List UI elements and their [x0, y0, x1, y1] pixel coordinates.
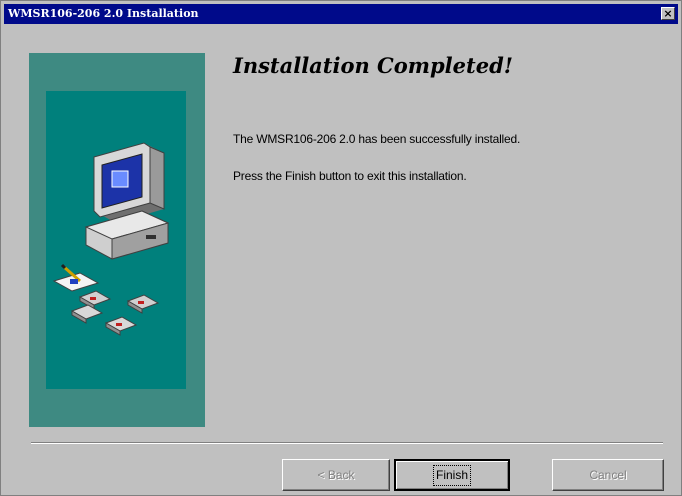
instruction-message: Press the Finish button to exit this ins… — [233, 169, 467, 183]
finish-button[interactable]: Finish — [394, 459, 510, 491]
cancel-button-label: Cancel — [589, 468, 627, 482]
finish-button-label: Finish — [432, 465, 472, 486]
success-message: The WMSR106-206 2.0 has been successfull… — [233, 132, 521, 146]
window-title: WMSR106-206 2.0 Installation — [8, 7, 199, 20]
computer-with-disks-icon — [52, 142, 170, 336]
back-button-label: < Back — [317, 468, 355, 482]
button-separator — [31, 442, 663, 444]
back-button[interactable]: < Back — [282, 459, 390, 491]
side-image-panel — [29, 53, 205, 427]
side-image-inner — [46, 91, 186, 389]
title-bar[interactable]: WMSR106-206 2.0 Installation × — [4, 4, 678, 24]
installer-window: WMSR106-206 2.0 Installation × Installat… — [0, 0, 682, 496]
cancel-button[interactable]: Cancel — [552, 459, 664, 491]
page-title: Installation Completed! — [233, 53, 513, 78]
close-icon: × — [663, 7, 673, 20]
close-button[interactable]: × — [661, 7, 675, 20]
